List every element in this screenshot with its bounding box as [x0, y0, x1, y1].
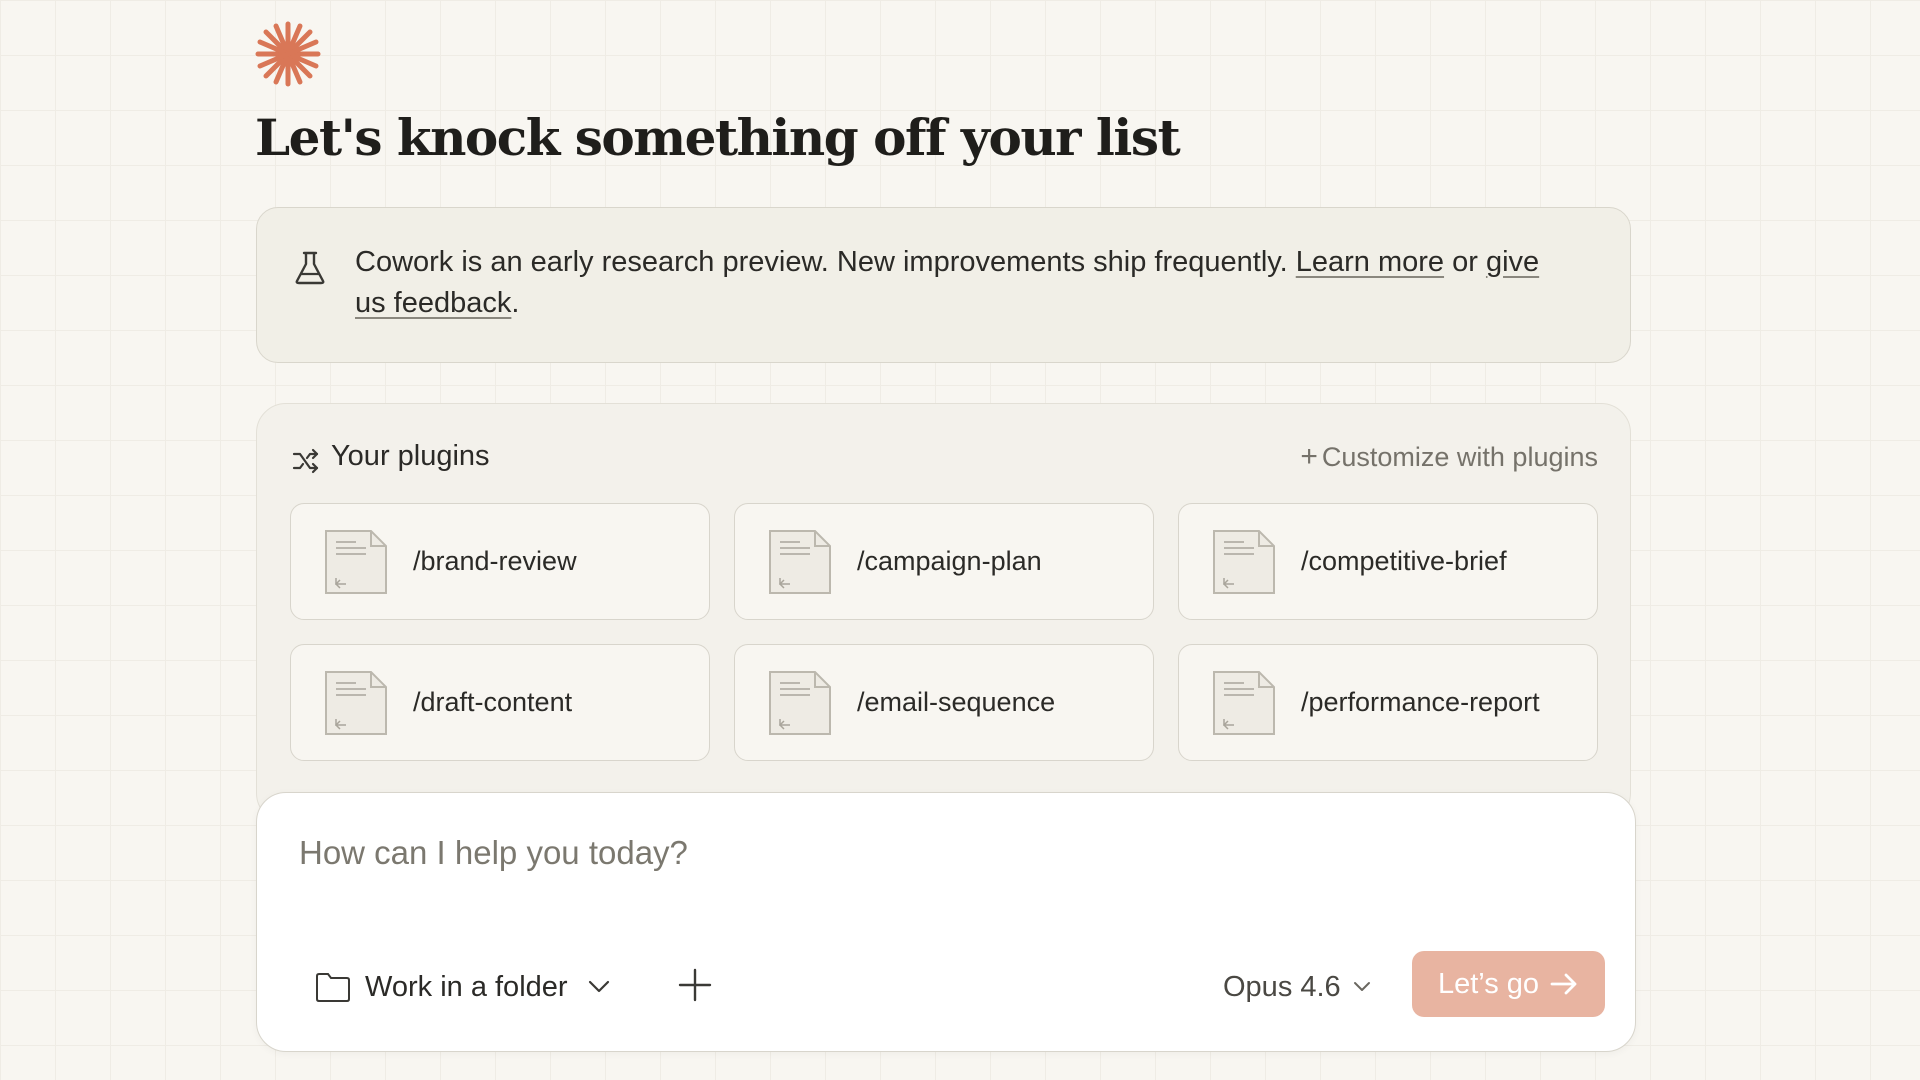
plugin-label: /competitive-brief: [1301, 546, 1507, 576]
notice-text: Cowork is an early research preview. New…: [355, 242, 1575, 324]
chevron-down-icon: [588, 980, 609, 993]
learn-more-link[interactable]: Learn more: [1296, 246, 1444, 278]
notice-period: .: [511, 287, 520, 319]
work-in-folder-button[interactable]: Work in a folder: [315, 963, 610, 1011]
lets-go-button[interactable]: Let’s go: [1412, 951, 1605, 1017]
lets-go-label: Let’s go: [1437, 967, 1540, 1000]
plugin-card-performance-report[interactable]: /performance-report: [1178, 644, 1598, 761]
plugin-card-email-sequence[interactable]: /email-sequence: [734, 644, 1154, 761]
plugin-label: /brand-review: [413, 546, 577, 576]
plugin-label: /campaign-plan: [857, 546, 1042, 576]
plugin-label: /performance-report: [1301, 687, 1540, 717]
notice-or: or: [1444, 246, 1486, 278]
plugins-panel: Your plugins + Customize with plugins /br…: [256, 403, 1631, 823]
notice-message: Cowork is an early research preview. New…: [355, 246, 1296, 278]
add-attachment-button[interactable]: [675, 965, 715, 1005]
document-icon: [1213, 671, 1275, 735]
flask-icon: [295, 251, 325, 285]
prompt-input[interactable]: [299, 823, 1589, 883]
document-icon: [325, 530, 387, 594]
plugin-card-competitive-brief[interactable]: /competitive-brief: [1178, 503, 1598, 620]
document-icon: [325, 671, 387, 735]
research-preview-notice: Cowork is an early research preview. New…: [256, 207, 1631, 363]
arrow-right-icon: [1550, 973, 1577, 995]
model-selector[interactable]: Opus 4.6: [1223, 963, 1371, 1011]
chevron-down-icon: [1353, 982, 1370, 991]
folder-icon: [316, 973, 350, 1002]
plus-icon: +: [1300, 440, 1318, 473]
document-icon: [769, 530, 831, 594]
page-title: Let's knock something off your list: [255, 108, 1181, 167]
starburst-logo-icon: [255, 21, 321, 87]
composer: Work in a folder Opus 4.6 Let’s go: [256, 792, 1636, 1052]
folder-label: Work in a folder: [365, 970, 568, 1003]
document-icon: [1213, 530, 1275, 594]
customize-label: Customize with plugins: [1321, 442, 1598, 472]
plugins-title: Your plugins: [331, 440, 490, 472]
plugin-card-campaign-plan[interactable]: /campaign-plan: [734, 503, 1154, 620]
plugin-card-brand-review[interactable]: /brand-review: [290, 503, 710, 620]
document-icon: [769, 671, 831, 735]
plugin-label: /draft-content: [413, 687, 573, 717]
model-label: Opus 4.6: [1223, 970, 1341, 1003]
customize-plugins-button[interactable]: + Customize with plugins: [1300, 440, 1598, 474]
shuffle-icon: [292, 448, 319, 474]
plugin-label: /email-sequence: [857, 687, 1056, 717]
plugin-card-draft-content[interactable]: /draft-content: [290, 644, 710, 761]
